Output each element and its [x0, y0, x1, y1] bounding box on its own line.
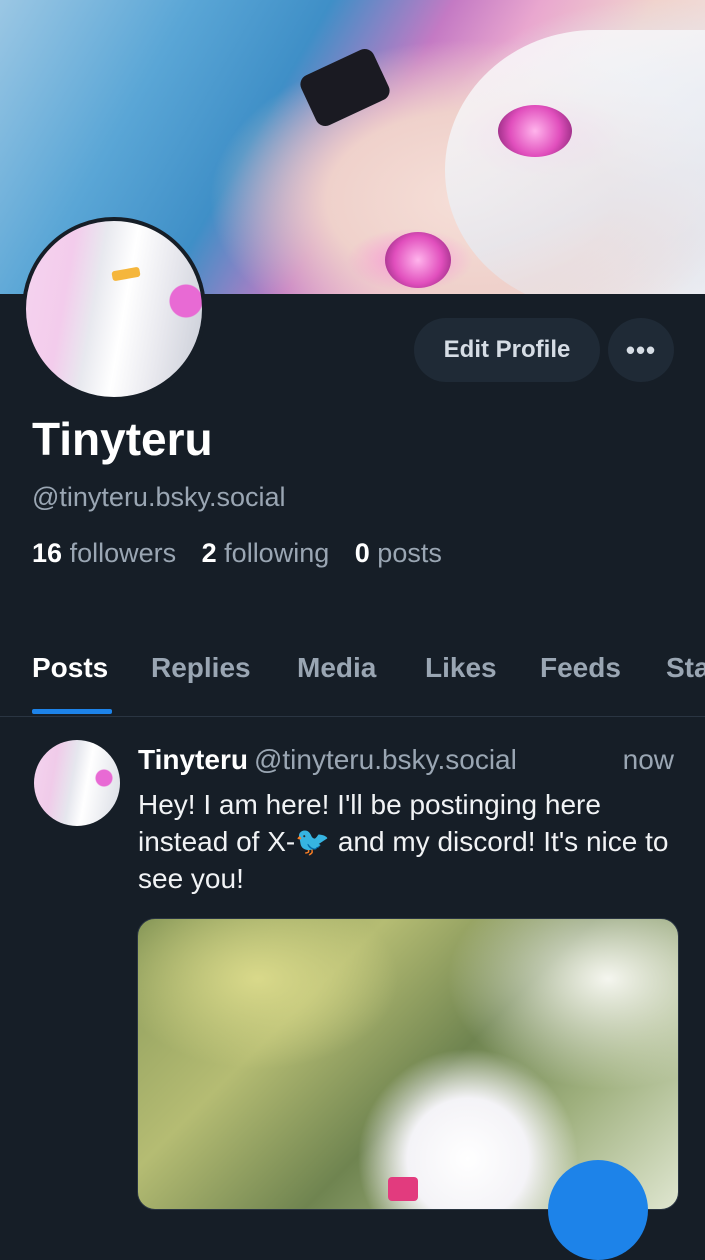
- post-author-avatar[interactable]: [34, 740, 120, 826]
- banner-eye-shape: [498, 105, 572, 157]
- post-header: Tinyteru @tinyteru.bsky.social now: [138, 744, 678, 776]
- post-timestamp[interactable]: now: [623, 744, 674, 776]
- followers-count: 16: [32, 538, 63, 568]
- active-tab-indicator: [32, 709, 112, 714]
- banner-hair-shape: [445, 30, 705, 294]
- following-stat[interactable]: 2 following: [202, 538, 330, 568]
- posts-stat: 0 posts: [355, 538, 442, 568]
- profile-handle: @tinyteru.bsky.social: [32, 482, 286, 512]
- followers-label: followers: [69, 538, 177, 568]
- profile-stats: 16 followers 2 following 0 posts: [32, 538, 460, 569]
- tab-posts[interactable]: Posts: [32, 652, 108, 684]
- compose-post-button[interactable]: [548, 1160, 648, 1260]
- profile-tabs: Posts Replies Media Likes Feeds Sta: [0, 630, 705, 717]
- posts-label: posts: [377, 538, 442, 568]
- avatar-hairclip-shape: [111, 266, 141, 282]
- banner-bow-shape: [297, 45, 393, 130]
- post-text[interactable]: Hey! I am here! I'll be postinging here …: [138, 786, 678, 897]
- profile-display-name: Tinyteru: [32, 413, 213, 465]
- posts-count: 0: [354, 538, 370, 568]
- tab-likes[interactable]: Likes: [425, 652, 497, 684]
- tab-starter-packs[interactable]: Sta: [666, 652, 705, 684]
- edit-profile-button[interactable]: Edit Profile: [414, 318, 600, 382]
- tab-replies[interactable]: Replies: [151, 652, 251, 684]
- following-label: following: [224, 538, 330, 568]
- profile-avatar[interactable]: [22, 217, 206, 401]
- tab-media[interactable]: Media: [297, 652, 376, 684]
- followers-stat[interactable]: 16 followers: [32, 538, 176, 568]
- more-options-button[interactable]: •••: [608, 318, 674, 382]
- post-author-handle[interactable]: @tinyteru.bsky.social: [254, 744, 517, 775]
- banner-eye-shape: [385, 232, 451, 288]
- following-count: 2: [201, 538, 217, 568]
- post-image-eye-shape: [388, 1177, 418, 1201]
- tab-feeds[interactable]: Feeds: [540, 652, 621, 684]
- post-author-name[interactable]: Tinyteru: [138, 744, 248, 775]
